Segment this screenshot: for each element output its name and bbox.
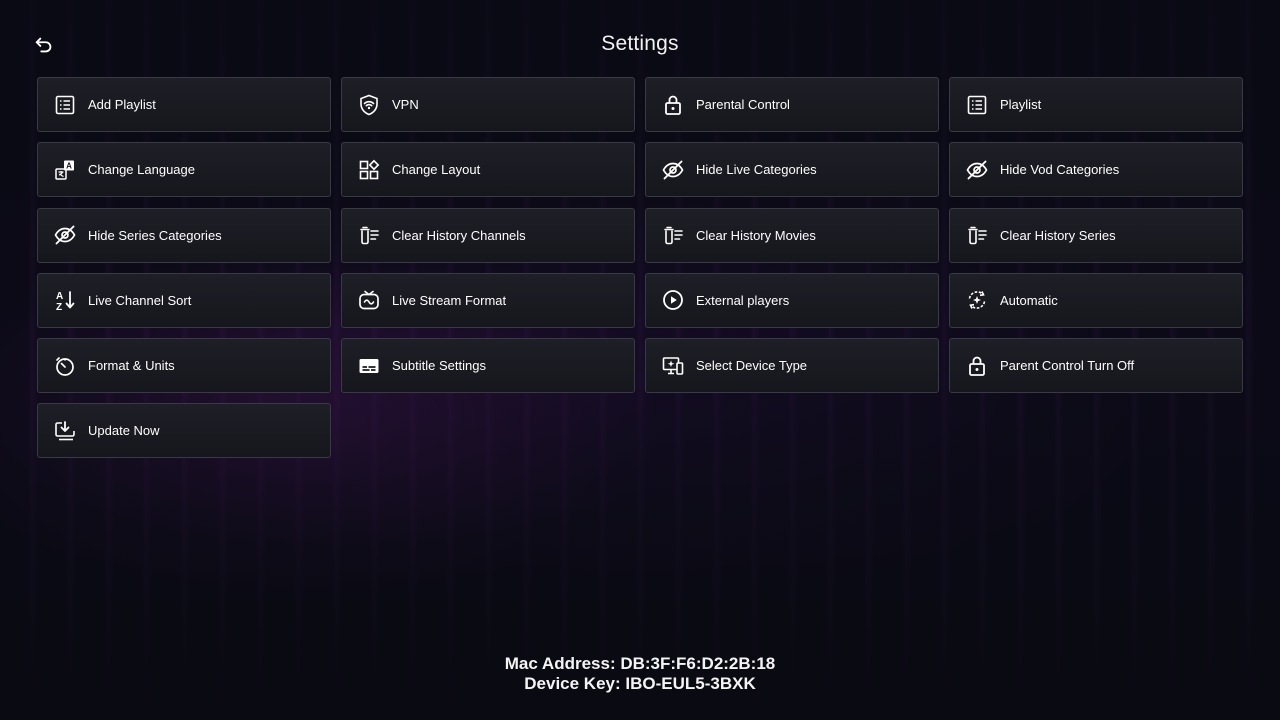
tile-playlist[interactable]: Playlist — [949, 77, 1243, 132]
tile-clear-history-channels[interactable]: Clear History Channels — [341, 207, 635, 263]
tile-label: Playlist — [1000, 97, 1042, 112]
settings-grid: Add Playlist VPN Parental Control Playlist A… — [37, 77, 1243, 459]
clear-history-icon — [964, 222, 990, 248]
tile-parent-control-turn-off[interactable]: Parent Control Turn Off — [949, 338, 1243, 394]
tile-automatic[interactable]: Automatic — [949, 272, 1243, 328]
tile-hide-live-categories[interactable]: Hide Live Categories — [645, 142, 939, 198]
svg-text:Z: Z — [56, 302, 62, 312]
tile-label: Format & Units — [88, 358, 175, 374]
tile-change-layout[interactable]: Change Layout — [341, 142, 635, 198]
timer-icon — [52, 353, 78, 379]
playlist-icon — [964, 92, 990, 118]
page-title: Settings — [601, 32, 679, 55]
device-key-text: Device Key: IBO-EUL5-3BXK — [524, 674, 756, 693]
tile-label: Live Stream Format — [392, 292, 507, 308]
tile-label: Subtitle Settings — [392, 358, 486, 374]
mac-address-text: Mac Address: DB:3F:F6:D2:2B:18 — [504, 654, 776, 673]
sort-az-icon: AZ — [52, 287, 78, 313]
tile-label: Parental Control — [696, 97, 790, 112]
eye-off-icon — [660, 157, 686, 183]
tv-icon — [356, 287, 382, 313]
auto-refresh-icon — [964, 287, 990, 313]
tile-subtitle-settings[interactable]: Subtitle Settings — [341, 338, 635, 394]
tile-live-stream-format[interactable]: Live Stream Format — [341, 272, 635, 328]
tile-label: Automatic — [1000, 292, 1058, 308]
tile-label: Change Language — [88, 162, 195, 178]
subtitles-icon — [356, 353, 382, 379]
tile-label: VPN — [392, 97, 419, 112]
clear-history-icon — [660, 222, 686, 248]
svg-text:A: A — [66, 161, 72, 170]
svg-text:A: A — [56, 291, 63, 302]
tile-label: Update Now — [88, 423, 160, 439]
tile-update-now[interactable]: Update Now — [37, 403, 331, 459]
tile-label: Live Channel Sort — [88, 292, 192, 308]
tile-parental-control[interactable]: Parental Control — [645, 77, 939, 132]
eye-off-icon — [52, 222, 78, 248]
tile-hide-series-categories[interactable]: Hide Series Categories — [37, 207, 331, 263]
play-circle-icon — [660, 287, 686, 313]
tile-clear-history-series[interactable]: Clear History Series — [949, 207, 1243, 263]
tile-label: External players — [696, 292, 790, 308]
tile-external-players[interactable]: External players — [645, 272, 939, 328]
playlist-add-icon — [52, 92, 78, 118]
tile-label: Add Playlist — [88, 97, 156, 112]
download-screen-icon — [52, 418, 78, 444]
tile-add-playlist[interactable]: Add Playlist — [37, 77, 331, 132]
settings-screen: Settings Add Playlist VPN Parental Control… — [0, 0, 1280, 720]
lock-icon — [964, 353, 990, 379]
vpn-shield-icon — [356, 92, 382, 118]
tile-label: Change Layout — [392, 162, 481, 178]
tile-select-device-type[interactable]: Select Device Type — [645, 338, 939, 394]
tile-label: Clear History Channels — [392, 227, 526, 243]
tile-label: Clear History Movies — [696, 227, 816, 243]
tile-label: Hide Vod Categories — [1000, 162, 1120, 178]
tile-label: Hide Series Categories — [88, 227, 222, 243]
tile-live-channel-sort[interactable]: A Z Live Channel Sort — [37, 272, 331, 328]
eye-off-icon — [964, 157, 990, 183]
layout-icon — [356, 157, 382, 183]
tile-label: Parent Control Turn Off — [1000, 358, 1135, 374]
clear-history-icon — [356, 222, 382, 248]
tile-label: Clear History Series — [1000, 227, 1116, 243]
lock-icon — [660, 92, 686, 118]
tile-change-language[interactable]: A Change Language — [37, 142, 331, 198]
language-icon: A — [52, 157, 78, 183]
tile-label: Hide Live Categories — [696, 162, 817, 178]
device-icon — [660, 353, 686, 379]
tile-hide-vod-categories[interactable]: Hide Vod Categories — [949, 142, 1243, 198]
device-info: Mac Address: DB:3F:F6:D2:2B:18 Device Ke… — [0, 654, 1280, 694]
tile-label: Select Device Type — [696, 358, 808, 374]
tile-clear-history-movies[interactable]: Clear History Movies — [645, 207, 939, 263]
tile-vpn[interactable]: VPN — [341, 77, 635, 132]
tile-format-and-units[interactable]: Format & Units — [37, 338, 331, 394]
